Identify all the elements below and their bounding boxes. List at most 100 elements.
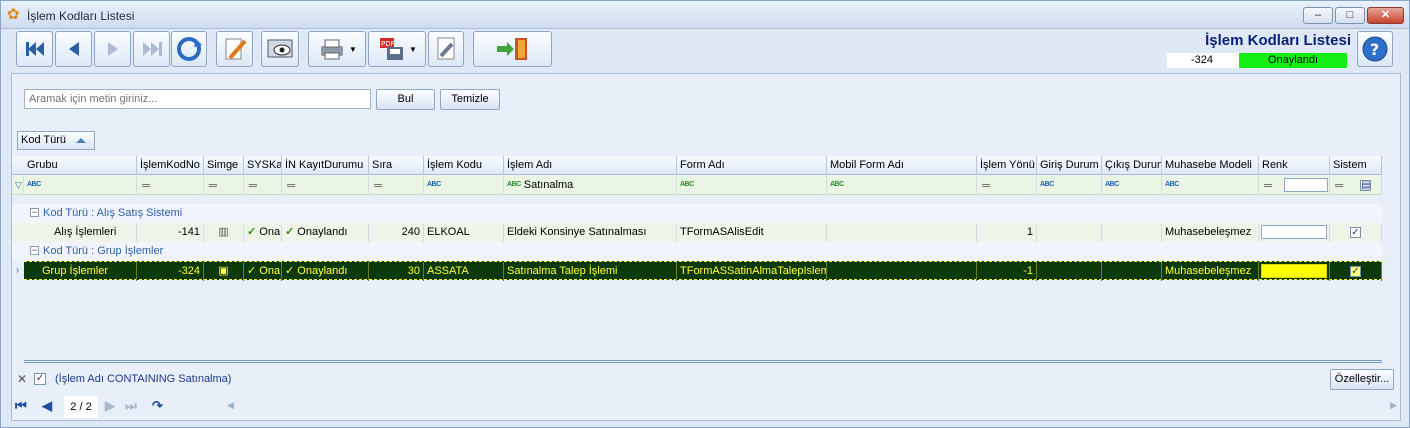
help-button[interactable]: ? bbox=[1357, 31, 1393, 67]
check-icon: ✓ bbox=[285, 265, 295, 277]
sistem-checkbox[interactable]: ✓ bbox=[1350, 227, 1361, 238]
close-button[interactable]: ✕ bbox=[1367, 7, 1404, 24]
group-row[interactable]: − Kod Türü : Alış Satış Sistemi bbox=[12, 204, 1382, 223]
column-header-mobilformadi[interactable]: Mobil Form Adı bbox=[827, 156, 977, 175]
filter-cell[interactable]: ABC bbox=[24, 176, 137, 195]
column-header-islemyonu[interactable]: İşlem Yönü bbox=[977, 156, 1037, 175]
cell-kodno: -324 bbox=[137, 262, 204, 281]
column-header-islemkodu[interactable]: İşlem Kodu bbox=[424, 156, 504, 175]
column-header-grubu[interactable]: Grubu bbox=[24, 156, 137, 175]
title-bar: ✿ İşlem Kodları Listesi – □ ✕ bbox=[1, 1, 1409, 29]
nav-last-icon[interactable]: ⏭ bbox=[125, 398, 137, 414]
export-pdf-button[interactable]: PDF ▼ bbox=[368, 31, 426, 67]
cell-formadi: TFormASAlisEdit bbox=[677, 223, 827, 242]
cell-islemyonu: 1 bbox=[977, 223, 1037, 242]
collapse-icon[interactable]: − bbox=[30, 208, 39, 217]
butterfly-app-icon: ✿ bbox=[7, 6, 20, 23]
first-record-button[interactable] bbox=[16, 31, 53, 67]
column-header-sistem[interactable]: Sistem bbox=[1330, 156, 1382, 175]
filter-separator bbox=[24, 360, 1382, 363]
column-header-sira[interactable]: Sıra bbox=[369, 156, 424, 175]
maximize-button[interactable]: □ bbox=[1335, 7, 1365, 24]
check-icon: ✓ bbox=[285, 226, 295, 238]
refresh-icon bbox=[177, 37, 202, 61]
column-header-cikisdurum[interactable]: Çıkış Durum bbox=[1102, 156, 1162, 175]
column-header-islemadi[interactable]: İşlem Adı bbox=[504, 156, 677, 175]
export-pdf-icon: PDF bbox=[380, 38, 404, 60]
next-record-button[interactable] bbox=[94, 31, 131, 67]
table-row-selected[interactable]: Grup İşlemler -324 ▣ ✓ Ona ✓ Onaylandı 3… bbox=[24, 261, 1382, 281]
filter-value: Satınalma bbox=[523, 179, 574, 191]
row-indicator-icon: › bbox=[15, 265, 20, 276]
customize-button[interactable]: Özelleştir... bbox=[1330, 369, 1394, 390]
cell-sira: 240 bbox=[369, 223, 424, 242]
table-row[interactable]: Alış İşlemleri -141 ▥ ✓ Ona ✓ Onaylandı … bbox=[12, 223, 1382, 242]
scroll-right-icon[interactable]: ▶ bbox=[1390, 400, 1397, 411]
filter-enabled-checkbox[interactable]: ✓ bbox=[34, 373, 46, 385]
cell-cikisdurum bbox=[1102, 223, 1162, 242]
filter-cell-islemadi[interactable]: ABC Satınalma bbox=[504, 176, 677, 195]
column-header-muhasebe[interactable]: Muhasebe Modeli bbox=[1162, 156, 1259, 175]
last-record-button[interactable] bbox=[133, 31, 170, 67]
help-icon: ? bbox=[1362, 36, 1388, 62]
filter-cell[interactable]: ABC bbox=[827, 176, 977, 195]
cell-islemyonu: -1 bbox=[977, 262, 1037, 281]
cell-muhasebe: Muhasebeleşmez bbox=[1162, 223, 1259, 242]
settings-button[interactable] bbox=[428, 31, 464, 67]
preview-button[interactable] bbox=[261, 31, 299, 67]
exit-button[interactable] bbox=[473, 31, 552, 67]
column-header-renk[interactable]: Renk bbox=[1259, 156, 1330, 175]
cell-cikisdurum bbox=[1102, 262, 1162, 281]
page-indicator: 2 / 2 bbox=[64, 396, 98, 418]
filter-cell[interactable] bbox=[244, 176, 282, 195]
column-header-kayitdurumu[interactable]: İN KayıtDurumu bbox=[282, 156, 369, 175]
nav-refresh-icon[interactable]: ↷ bbox=[152, 398, 163, 414]
filter-cell[interactable] bbox=[977, 176, 1037, 195]
print-button[interactable]: ▼ bbox=[308, 31, 366, 67]
cell-islemadi: Satınalma Talep İşlemi bbox=[504, 262, 677, 281]
filter-cell[interactable]: ABC bbox=[1162, 176, 1259, 195]
prev-record-button[interactable] bbox=[55, 31, 92, 67]
filter-cell[interactable] bbox=[204, 176, 244, 195]
filter-cell[interactable]: ABC bbox=[1037, 176, 1102, 195]
refresh-button[interactable] bbox=[171, 31, 207, 67]
first-record-icon bbox=[25, 42, 44, 56]
nav-first-icon[interactable]: ⏮ bbox=[15, 398, 27, 414]
filter-cell[interactable] bbox=[137, 176, 204, 195]
horizontal-scrollbar[interactable]: ◀ ▶ bbox=[227, 398, 1397, 415]
collapse-icon[interactable]: − bbox=[30, 246, 39, 255]
cell-girisdurum bbox=[1037, 262, 1102, 281]
cell-formadi: TFormASSatinAlmaTalepIslemE bbox=[677, 262, 827, 281]
column-header-kodno[interactable]: İşlemKodNo bbox=[137, 156, 204, 175]
minimize-button[interactable]: – bbox=[1303, 7, 1333, 24]
column-header-syskayit[interactable]: SYSKayıt bbox=[244, 156, 282, 175]
cell-sira: 30 bbox=[369, 262, 424, 281]
column-header-formadi[interactable]: Form Adı bbox=[677, 156, 827, 175]
toolbar: ▼ PDF ▼ İşlem Kodları Listesi -324 Onayl… bbox=[1, 29, 1409, 73]
clear-filter-icon[interactable]: ✕ bbox=[17, 372, 27, 386]
sistem-checkbox[interactable]: ✓ bbox=[1350, 266, 1361, 277]
record-code: -324 bbox=[1167, 53, 1239, 68]
find-button[interactable]: Bul bbox=[376, 89, 435, 110]
scroll-left-icon[interactable]: ◀ bbox=[227, 400, 234, 411]
filter-cell[interactable]: ABC bbox=[1102, 176, 1162, 195]
edit-button[interactable] bbox=[216, 31, 253, 67]
filter-cell[interactable] bbox=[369, 176, 424, 195]
group-by-chip[interactable]: Kod Türü bbox=[17, 131, 95, 150]
column-header-girisdurum[interactable]: Giriş Durum bbox=[1037, 156, 1102, 175]
filter-cell[interactable]: ABC bbox=[424, 176, 504, 195]
filter-cell[interactable] bbox=[1259, 176, 1330, 195]
filter-expression[interactable]: (İşlem Adı CONTAINING Satınalma) bbox=[55, 373, 231, 385]
prev-record-icon bbox=[68, 42, 79, 56]
group-row[interactable]: − Kod Türü : Grup İşlemler bbox=[12, 242, 1382, 261]
filter-cell[interactable]: ▤ bbox=[1330, 176, 1382, 195]
clear-button[interactable]: Temizle bbox=[440, 89, 500, 110]
filter-cell[interactable] bbox=[282, 176, 369, 195]
column-header-simge[interactable]: Simge bbox=[204, 156, 244, 175]
search-input[interactable] bbox=[24, 89, 371, 109]
filter-cell[interactable]: ABC bbox=[677, 176, 827, 195]
nav-next-icon[interactable]: ▶ bbox=[105, 398, 115, 414]
svg-text:PDF: PDF bbox=[381, 40, 395, 48]
cell-islemkodu: ASSATA bbox=[424, 262, 504, 281]
nav-prev-icon[interactable]: ◀ bbox=[42, 398, 52, 414]
